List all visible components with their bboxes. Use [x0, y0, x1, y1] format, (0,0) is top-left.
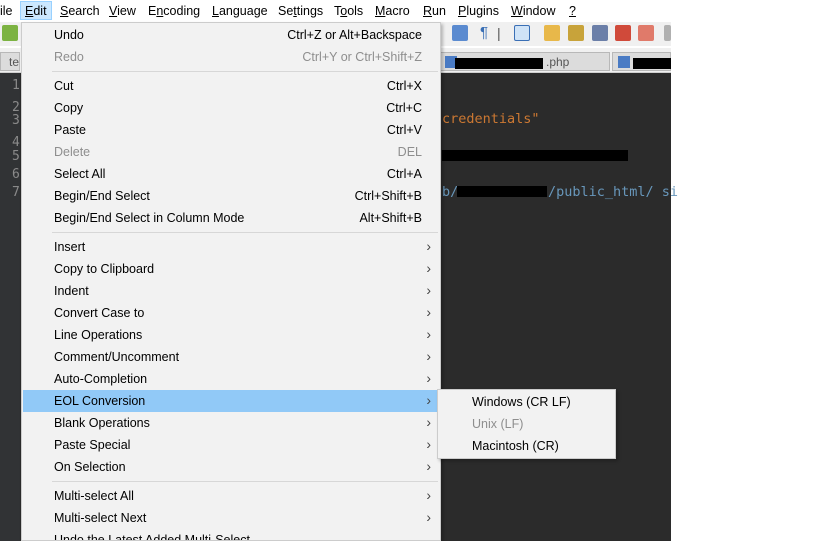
line-number: 1 [12, 78, 20, 93]
code-path-end: /public_html/ si [548, 184, 679, 200]
chevron-right-icon: › [426, 509, 431, 525]
menu-language[interactable]: Language [212, 4, 268, 18]
code-path-start: b/ [442, 184, 459, 200]
menu-item-paste-special[interactable]: Paste Special › [23, 434, 439, 456]
overflow-icon[interactable] [664, 25, 671, 41]
menu-item-multi-select-next[interactable]: Multi-select Next › [23, 507, 439, 529]
redacted-code [442, 150, 628, 161]
menu-run[interactable]: Run [423, 4, 446, 18]
menu-tools[interactable]: Tools [334, 4, 363, 18]
chevron-right-icon: › [426, 238, 431, 254]
menu-item-line-operations[interactable]: Line Operations › [23, 324, 439, 346]
chevron-right-icon: › [426, 326, 431, 342]
tab-file-2[interactable]: .php [440, 52, 610, 71]
menu-item-insert[interactable]: Insert › [23, 236, 439, 258]
menu-item-eol-conversion[interactable]: EOL Conversion › [23, 390, 439, 412]
pilcrow-icon[interactable]: ¶ [476, 25, 492, 41]
submenu-item-macintosh-cr[interactable]: Macintosh (CR) [439, 435, 614, 457]
menu-item-begin-end-select[interactable]: Begin/End Select Ctrl+Shift+B [23, 185, 439, 207]
menu-item-indent[interactable]: Indent › [23, 280, 439, 302]
wrap-icon[interactable] [452, 25, 468, 41]
menu-macro[interactable]: Macro [375, 4, 410, 18]
menu-item-redo[interactable]: Redo Ctrl+Y or Ctrl+Shift+Z [23, 46, 439, 68]
line-number: 5 [12, 149, 20, 164]
eol-conversion-submenu: Windows (CR LF) Unix (LF) Macintosh (CR) [437, 389, 616, 459]
map-icon[interactable] [568, 25, 584, 41]
new-file-icon[interactable] [2, 25, 18, 41]
menu-view[interactable]: View [109, 4, 136, 18]
menu-search[interactable]: Search [60, 4, 100, 18]
chevron-right-icon: › [426, 304, 431, 320]
folder-icon[interactable] [544, 25, 560, 41]
menu-item-blank-operations[interactable]: Blank Operations › [23, 412, 439, 434]
chevron-right-icon: › [426, 348, 431, 364]
submenu-item-windows-crlf[interactable]: Windows (CR LF) [439, 391, 614, 413]
chevron-right-icon: › [426, 392, 431, 408]
menu-item-cut[interactable]: Cut Ctrl+X [23, 75, 439, 97]
menu-separator [52, 481, 438, 482]
tab-file-1[interactable]: te [0, 52, 20, 71]
menu-item-undo[interactable]: Undo Ctrl+Z or Alt+Backspace [23, 24, 439, 46]
chevron-right-icon: › [426, 414, 431, 430]
line-number: 7 [12, 185, 20, 200]
menu-separator [52, 232, 438, 233]
menu-item-comment-uncomment[interactable]: Comment/Uncomment › [23, 346, 439, 368]
tab-file-2-label: .php [546, 55, 570, 69]
indent-guide-icon[interactable] [514, 25, 530, 41]
chevron-right-icon: › [426, 487, 431, 503]
menu-edit[interactable]: Edit [20, 1, 52, 20]
menu-item-undo-latest-multi-select[interactable]: Undo the Latest Added Multi-Select [23, 529, 439, 540]
chevron-right-icon: › [426, 458, 431, 474]
menu-item-begin-end-select-column[interactable]: Begin/End Select in Column Mode Alt+Shift… [23, 207, 439, 229]
line-number: 6 [12, 167, 20, 182]
menu-item-auto-completion[interactable]: Auto-Completion › [23, 368, 439, 390]
tab-file-1-label: te [9, 55, 20, 69]
submenu-item-unix-lf[interactable]: Unix (LF) [439, 413, 614, 435]
menu-file[interactable]: ile [0, 4, 13, 18]
separator-icon: | [497, 25, 501, 41]
redacted-code [457, 186, 547, 197]
menu-item-multi-select-all[interactable]: Multi-select All › [23, 485, 439, 507]
redacted-filename [633, 58, 671, 69]
menu-item-select-all[interactable]: Select All Ctrl+A [23, 163, 439, 185]
menu-item-copy[interactable]: Copy Ctrl+C [23, 97, 439, 119]
menu-item-on-selection[interactable]: On Selection › [23, 456, 439, 478]
menu-bar: ile Edit Search View Encoding Language S… [0, 0, 814, 22]
function-list-icon[interactable] [615, 25, 631, 41]
menu-item-delete[interactable]: Delete DEL [23, 141, 439, 163]
line-number: 4 [12, 135, 20, 150]
chevron-right-icon: › [426, 370, 431, 386]
chevron-right-icon: › [426, 436, 431, 452]
save-status-icon [618, 56, 630, 68]
redacted-filename [455, 58, 543, 69]
chevron-right-icon: › [426, 282, 431, 298]
menu-separator [52, 71, 438, 72]
menu-item-copy-to-clipboard[interactable]: Copy to Clipboard › [23, 258, 439, 280]
edit-menu: Undo Ctrl+Z or Alt+Backspace Redo Ctrl+Y o… [21, 22, 441, 541]
menu-window[interactable]: Window [511, 4, 555, 18]
chevron-right-icon: › [426, 260, 431, 276]
line-number-gutter: 1 2 3 4 5 6 7 [0, 73, 20, 541]
menu-item-convert-case[interactable]: Convert Case to › [23, 302, 439, 324]
menu-item-paste[interactable]: Paste Ctrl+V [23, 119, 439, 141]
line-number: 3 [12, 113, 20, 128]
menu-help[interactable]: ? [569, 4, 576, 18]
menu-settings[interactable]: Settings [278, 4, 323, 18]
tab-file-3[interactable] [612, 52, 671, 71]
menu-plugins[interactable]: Plugins [458, 4, 499, 18]
code-string: credentials" [442, 111, 540, 127]
menu-encoding[interactable]: Encoding [148, 4, 200, 18]
record-macro-icon[interactable] [638, 25, 654, 41]
document-list-icon[interactable] [592, 25, 608, 41]
